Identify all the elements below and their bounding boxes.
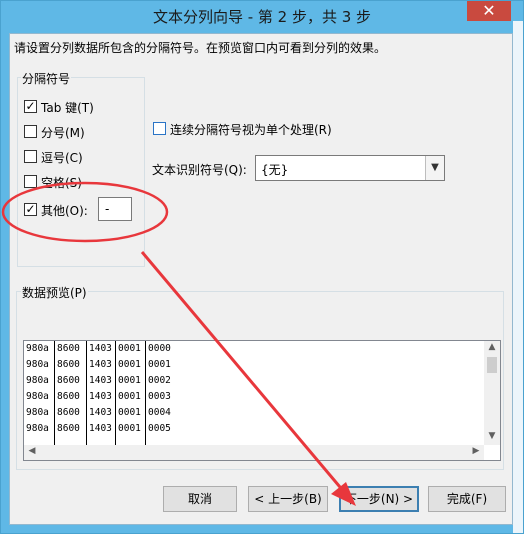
- annotation-overlay: [1, 181, 356, 506]
- annotation-arrow-line: [140, 251, 347, 494]
- highlight-ellipse: [1, 181, 169, 243]
- annotation-arrow-head: [331, 482, 356, 506]
